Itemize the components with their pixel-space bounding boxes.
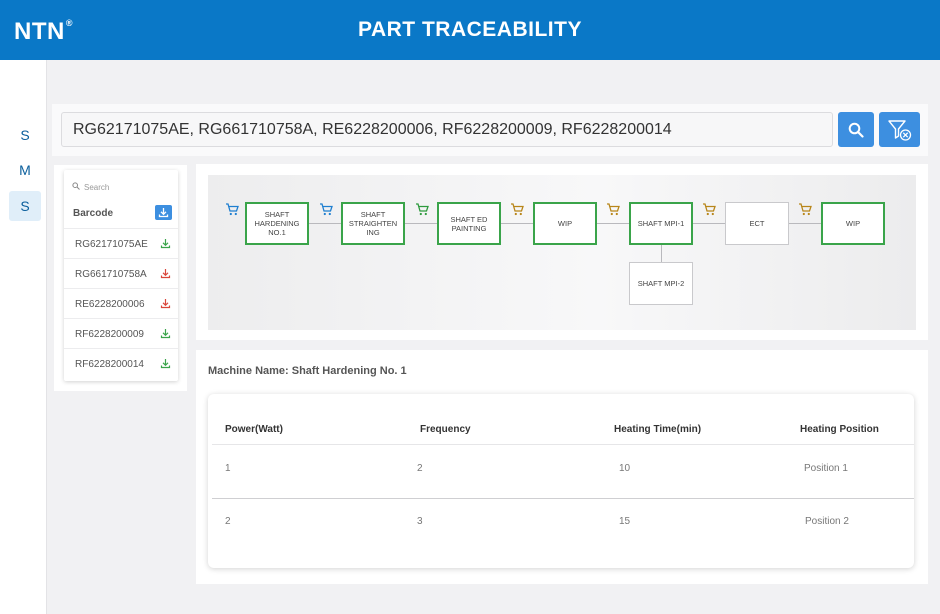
- filter-clear-button[interactable]: [879, 112, 920, 147]
- table-cell: 15: [619, 516, 631, 527]
- cart-icon: [226, 203, 239, 216]
- table-cell: 3: [417, 516, 423, 527]
- search-button[interactable]: [838, 112, 874, 147]
- side-rail: S M S: [0, 60, 47, 614]
- barcode-row[interactable]: RG62171075AE: [64, 228, 178, 258]
- cart-icon: [799, 203, 812, 216]
- process-flow-diagram: SHAFT HARDENING NO.1 SHAFT STRAIGHTEN IN…: [208, 175, 916, 330]
- table-cell: 2: [225, 516, 231, 527]
- download-icon[interactable]: [160, 238, 171, 249]
- flow-node-wip-1[interactable]: WIP: [533, 202, 597, 245]
- barcode-list: Search Barcode RG62171075AE RG661710758A…: [64, 170, 178, 381]
- flow-connector: [597, 223, 629, 224]
- table-cell: Position 1: [804, 463, 848, 474]
- flow-connector: [789, 223, 822, 224]
- barcode-search-input[interactable]: [61, 112, 833, 147]
- flow-connector: [693, 223, 726, 224]
- filter-clear-icon: [887, 119, 911, 141]
- download-all-button[interactable]: [155, 205, 172, 220]
- table-cell: 10: [619, 463, 631, 474]
- flow-node-shaft-hardening[interactable]: SHAFT HARDENING NO.1: [245, 202, 309, 245]
- top-bar: NTN® PART TRACEABILITY: [0, 0, 940, 60]
- table-divider: [212, 444, 914, 445]
- flow-node-shaft-straightening[interactable]: SHAFT STRAIGHTEN ING: [341, 202, 405, 245]
- download-icon[interactable]: [160, 328, 171, 339]
- flow-node-shaft-ed-painting[interactable]: SHAFT ED PAINTING: [437, 202, 501, 245]
- flow-node-shaft-mpi-1[interactable]: SHAFT MPI-1: [629, 202, 693, 245]
- flow-connector: [309, 223, 342, 224]
- rail-item-m[interactable]: M: [9, 155, 41, 185]
- cart-icon: [511, 203, 524, 216]
- cart-icon: [703, 203, 716, 216]
- flow-connector: [405, 223, 438, 224]
- flow-node-shaft-mpi-2[interactable]: SHAFT MPI-2: [629, 262, 693, 305]
- barcode-row[interactable]: RG661710758A: [64, 258, 178, 288]
- cart-icon: [320, 203, 333, 216]
- barcode-row[interactable]: RF6228200009: [64, 318, 178, 348]
- download-icon[interactable]: [160, 298, 171, 309]
- barcode-search[interactable]: Search: [72, 182, 109, 192]
- table-divider: [212, 498, 914, 499]
- column-header-heating-position: Heating Position: [800, 424, 879, 435]
- flow-connector: [501, 223, 533, 224]
- rail-item-s-2[interactable]: S: [9, 191, 41, 221]
- column-header-frequency: Frequency: [420, 424, 471, 435]
- machine-parameter-table: Power(Watt) Frequency Heating Time(min) …: [208, 394, 914, 568]
- column-header-heating-time: Heating Time(min): [614, 424, 702, 435]
- download-icon[interactable]: [160, 358, 171, 369]
- table-cell: 1: [225, 463, 231, 474]
- table-cell: 2: [417, 463, 423, 474]
- barcode-row[interactable]: RF6228200014: [64, 348, 178, 378]
- cart-icon: [607, 203, 620, 216]
- flow-connector: [661, 244, 662, 262]
- search-icon: [72, 182, 80, 190]
- column-header-power: Power(Watt): [225, 424, 283, 435]
- machine-name-label: Machine Name: Shaft Hardening No. 1: [208, 365, 407, 377]
- cart-icon: [416, 203, 429, 216]
- rail-item-s-1[interactable]: S: [9, 120, 41, 150]
- flow-node-ect[interactable]: ECT: [725, 202, 789, 245]
- download-icon: [158, 208, 169, 218]
- download-icon[interactable]: [160, 268, 171, 279]
- table-cell: Position 2: [805, 516, 849, 527]
- page-title: PART TRACEABILITY: [358, 18, 582, 41]
- flow-node-wip-2[interactable]: WIP: [821, 202, 885, 245]
- search-icon: [848, 122, 864, 138]
- barcode-column-header: Barcode: [73, 208, 114, 219]
- barcode-row[interactable]: RE6228200006: [64, 288, 178, 318]
